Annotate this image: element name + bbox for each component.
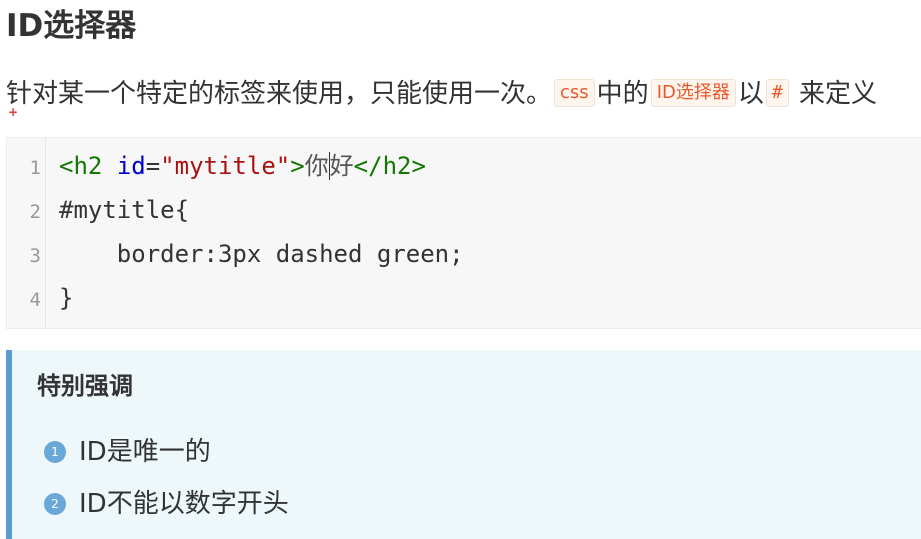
line-number: 3 bbox=[29, 245, 41, 267]
list-item-text: ID不能以数字开头 bbox=[79, 489, 289, 519]
line-number: 1 bbox=[29, 157, 41, 179]
code-token-text: 你 bbox=[304, 152, 329, 180]
code-block[interactable]: 1 2 3 4 <h2 id="mytitle">你好</h2> #mytitl… bbox=[6, 137, 921, 329]
description-text-2: 中的 bbox=[596, 79, 649, 109]
description-text-4: 来定义 bbox=[798, 79, 877, 109]
line-number: 4 bbox=[29, 289, 41, 311]
line-number: 2 bbox=[29, 201, 41, 223]
list-item: 2 ID不能以数字开头 bbox=[44, 484, 289, 524]
code-token-equals: = bbox=[145, 152, 161, 180]
line-number-gutter: 1 2 3 4 bbox=[7, 138, 46, 328]
page-title: ID选择器 bbox=[6, 8, 137, 44]
code-line-3: border:3px dashed green; bbox=[59, 240, 464, 268]
emphasis-callout: 特别强调 1 ID是唯一的 2 ID不能以数字开头 bbox=[6, 350, 921, 539]
red-plus-marker-icon: + bbox=[8, 105, 19, 119]
code-token-tag-close: > bbox=[290, 152, 305, 180]
code-line-2: #mytitle{ bbox=[59, 196, 190, 224]
code-token-open-tag: <h2 bbox=[59, 152, 103, 180]
list-item: 1 ID是唯一的 bbox=[44, 432, 211, 472]
list-item-text: ID是唯一的 bbox=[79, 437, 211, 467]
description-text-1: 针对某一个特定的标签来使用，只能使用一次。 bbox=[6, 79, 553, 109]
code-token-text: 好 bbox=[329, 152, 354, 180]
code-token-attr: id bbox=[116, 152, 146, 180]
inline-code-id-selector: ID选择器 bbox=[650, 79, 736, 107]
code-token-end-tag: </h2> bbox=[353, 152, 426, 180]
inline-code-css: css bbox=[554, 79, 595, 107]
code-line-1: <h2 id="mytitle">你好</h2> bbox=[59, 144, 426, 188]
code-token-string: "mytitle" bbox=[160, 152, 291, 180]
description-paragraph: 针对某一个特定的标签来使用，只能使用一次。 css 中的 ID选择器以 # 来定义 bbox=[6, 72, 877, 116]
document-page: ID选择器 针对某一个特定的标签来使用，只能使用一次。 css 中的 ID选择器以 # … bbox=[0, 0, 921, 539]
description-text-3: 以 bbox=[737, 79, 764, 109]
code-line-4: } bbox=[59, 284, 74, 312]
inline-code-hash: # bbox=[765, 79, 789, 107]
number-badge-icon: 2 bbox=[44, 493, 66, 515]
callout-title: 特别强调 bbox=[37, 372, 133, 400]
number-badge-icon: 1 bbox=[44, 441, 66, 463]
